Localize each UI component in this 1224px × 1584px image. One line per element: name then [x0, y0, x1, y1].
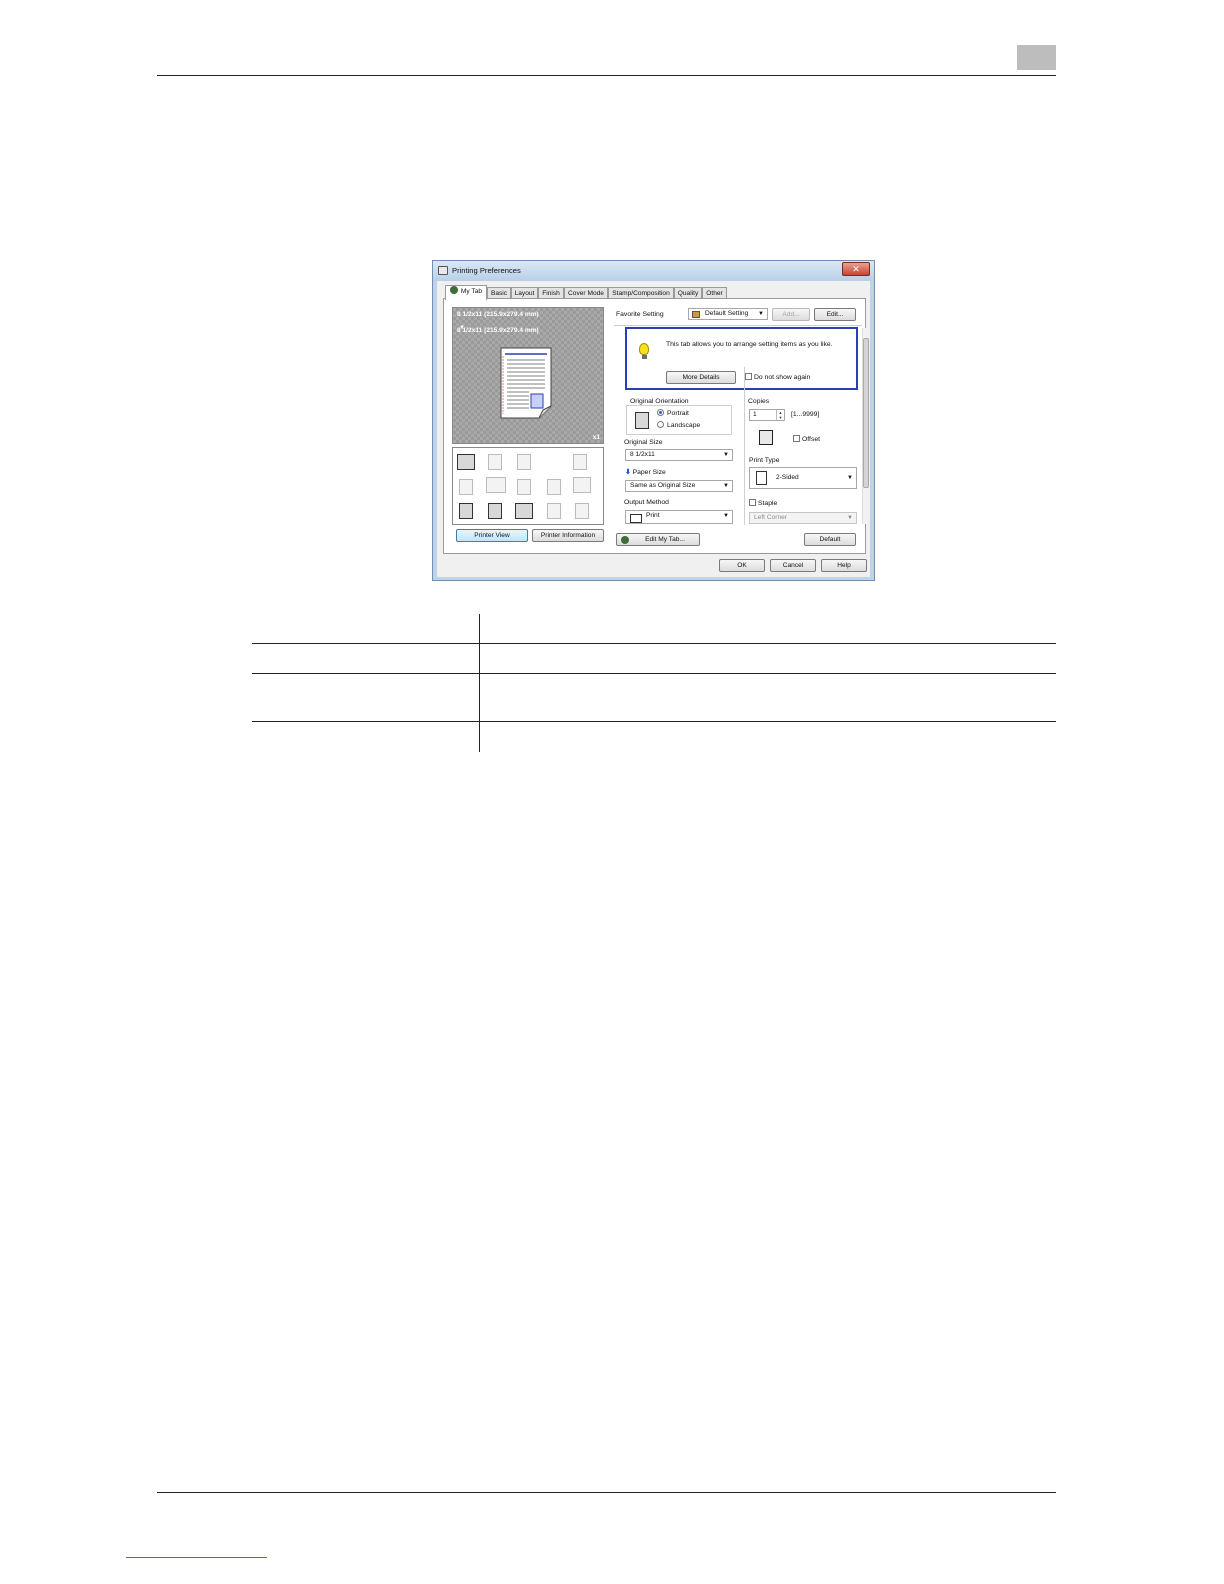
table-row-divider — [252, 673, 1056, 674]
ok-button[interactable]: OK — [719, 559, 765, 572]
offset-checkbox[interactable]: Offset — [793, 435, 820, 443]
chevron-down-icon: ▼ — [847, 515, 853, 521]
more-details-button[interactable]: More Details — [666, 371, 736, 384]
printer-information-button[interactable]: Printer Information — [532, 529, 604, 542]
stamp-icon[interactable] — [573, 477, 591, 493]
copies-stepper[interactable]: 1 ▲ ▼ — [749, 409, 785, 421]
orientation-group: Portrait Landscape — [626, 405, 732, 435]
checkbox-icon — [793, 435, 800, 442]
do-not-show-again-checkbox[interactable]: Do not show again — [745, 373, 810, 381]
tab-my-tab[interactable]: My Tab — [445, 285, 487, 300]
radio-icon — [657, 421, 664, 428]
lightbulb-base — [642, 355, 647, 359]
printer-view-button[interactable]: Printer View — [456, 529, 528, 542]
print-output-icon — [630, 514, 642, 523]
paper-size-label: ⬇ Paper Size — [625, 469, 666, 476]
table-row-divider — [252, 721, 1056, 722]
document-icon[interactable] — [547, 479, 561, 495]
scan-icon[interactable] — [547, 503, 561, 519]
chevron-down-icon: ▼ — [847, 475, 853, 481]
separator — [614, 325, 862, 326]
checkbox-icon — [745, 373, 752, 380]
output-method-label: Output Method — [624, 499, 669, 506]
copy-icon[interactable] — [459, 479, 473, 495]
checkbox-icon — [749, 499, 756, 506]
portrait-radio[interactable]: Portrait — [657, 409, 689, 417]
user-icon — [621, 536, 629, 544]
chapter-tab — [1017, 45, 1056, 70]
paper-size-dropdown[interactable]: Same as Original Size ▼ — [625, 480, 733, 492]
list-icon[interactable] — [575, 503, 589, 519]
edit-my-tab-button[interactable]: Edit My Tab... — [616, 533, 700, 546]
original-size-readout: 8 1/2x11 (215.9x279.4 mm) — [457, 311, 539, 318]
add-button[interactable]: Add... — [772, 308, 810, 321]
portrait-page-icon — [635, 412, 649, 429]
scrollbar-thumb[interactable] — [863, 338, 869, 488]
dialog-body: My Tab Basic Layout Finish Cover Mode St… — [437, 281, 870, 577]
table-column-divider — [479, 614, 480, 752]
default-button[interactable]: Default — [804, 533, 856, 546]
copy-count-readout: x1 — [592, 434, 600, 441]
chevron-down-icon: ▼ — [758, 311, 764, 317]
user-icon — [449, 286, 458, 294]
original-size-dropdown[interactable]: 8 1/2x11 ▼ — [625, 449, 733, 461]
user-group-icon[interactable] — [515, 503, 533, 519]
edit-button[interactable]: Edit... — [814, 308, 856, 321]
table-row-divider — [252, 643, 1056, 644]
function-icon-grid — [452, 447, 604, 525]
title-bar: Printing Preferences ✕ — [433, 261, 874, 281]
favorite-setting-label: Favorite Setting — [616, 311, 664, 318]
vertical-scrollbar[interactable] — [862, 328, 869, 524]
footer-link-underline — [126, 1557, 267, 1558]
user-box-icon[interactable] — [488, 503, 502, 519]
print-preview: 8 1/2x11 (215.9x279.4 mm) ▼ 8 1/2x11 (21… — [452, 307, 604, 444]
paper-preview-icon — [500, 347, 552, 419]
paper-size-readout: 8 1/2x11 (215.9x279.4 mm) — [457, 327, 539, 334]
my-tab-panel: 8 1/2x11 (215.9x279.4 mm) ▼ 8 1/2x11 (21… — [443, 298, 869, 554]
lightbulb-icon — [639, 343, 649, 355]
original-size-label: Original Size — [624, 439, 663, 446]
staple-checkbox[interactable]: Staple — [749, 499, 777, 507]
two-sided-icon — [756, 471, 767, 485]
output-method-dropdown[interactable]: Print ▼ — [625, 510, 733, 524]
radio-selected-icon — [657, 409, 664, 416]
help-button[interactable]: Help — [821, 559, 867, 572]
chevron-down-icon: ▼ — [723, 513, 729, 519]
info-message: This tab allows you to arrange setting i… — [666, 341, 833, 348]
text-icon[interactable] — [517, 479, 531, 495]
chevron-down-icon: ▼ — [723, 483, 729, 489]
info-box: This tab allows you to arrange setting i… — [625, 327, 858, 390]
copies-label: Copies — [748, 398, 770, 405]
page-icon[interactable] — [488, 454, 502, 470]
layout-icon[interactable] — [517, 454, 531, 470]
header-rule — [157, 75, 1056, 76]
staple-dropdown[interactable]: Left Corner ▼ — [749, 512, 857, 524]
cancel-button[interactable]: Cancel — [770, 559, 816, 572]
favorite-setting-dropdown[interactable]: Default Setting ▼ — [688, 308, 768, 320]
column-separator — [744, 367, 745, 525]
spin-arrows-icon[interactable]: ▲ ▼ — [776, 410, 784, 420]
favorite-icon — [692, 311, 700, 318]
printer-view-icon[interactable] — [457, 454, 475, 470]
original-orientation-label: Original Orientation — [630, 398, 689, 405]
printer-icon — [438, 266, 448, 275]
close-button[interactable]: ✕ — [842, 262, 870, 276]
print-type-dropdown[interactable]: 2-Sided ▼ — [749, 467, 857, 489]
footer-rule — [157, 1492, 1056, 1493]
landscape-radio[interactable]: Landscape — [657, 421, 700, 429]
copies-icon — [759, 430, 773, 445]
print-type-label: Print Type — [749, 457, 780, 464]
finish-icon[interactable] — [573, 454, 587, 470]
form-icon[interactable] — [459, 503, 473, 519]
chevron-down-icon: ▼ — [723, 452, 729, 458]
printing-preferences-dialog: Printing Preferences ✕ My Tab Basic Layo… — [432, 260, 875, 581]
blue-arrow-down-icon: ⬇ — [625, 469, 631, 476]
dialog-title: Printing Preferences — [452, 266, 521, 275]
combine-icon[interactable] — [486, 477, 506, 493]
copies-range: [1...9999] — [791, 411, 820, 418]
